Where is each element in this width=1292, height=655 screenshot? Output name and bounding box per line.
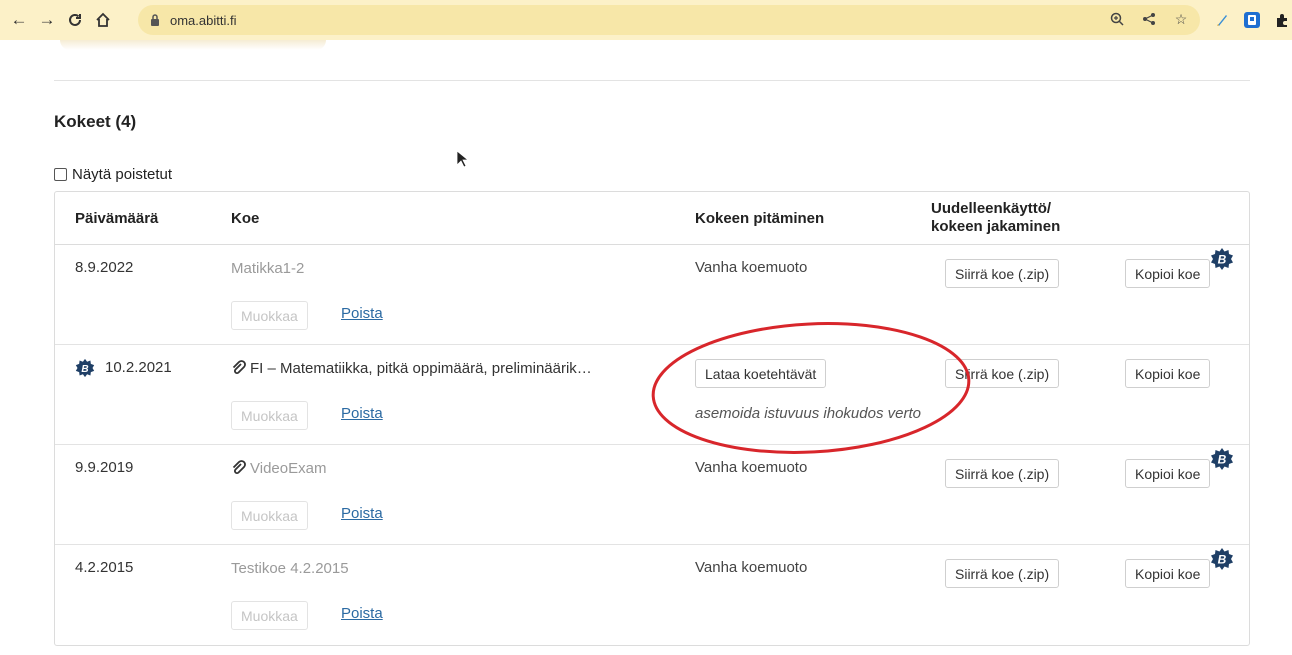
exam-date: 9.9.2019 [75, 459, 134, 476]
download-exam-tasks-button[interactable]: Lataa koetehtävät [695, 359, 827, 388]
reload-icon[interactable] [64, 9, 86, 31]
table-row: 9.9.2019 VideoExam Muokkaa Poista Vanha … [55, 445, 1249, 545]
edit-button[interactable]: Muokkaa [231, 601, 308, 630]
zoom-icon[interactable] [1108, 10, 1126, 28]
delete-link[interactable]: Poista [341, 405, 383, 422]
table-header: Päivämäärä Koe Kokeen pitäminen Uudellee… [55, 192, 1249, 245]
paperclip-icon [232, 360, 246, 374]
lock-icon [148, 13, 162, 27]
forward-arrow-icon[interactable]: → [36, 9, 58, 31]
table-row: 4.2.2015 Testikoe 4.2.2015 Muokkaa Poist… [55, 545, 1249, 645]
exam-date: 10.2.2021 [105, 359, 172, 376]
address-bar[interactable]: oma.abitti.fi ☆ [138, 5, 1200, 35]
header-reuse-line2: kokeen jakaminen [931, 218, 1061, 235]
delete-link[interactable]: Poista [341, 305, 383, 322]
table-row: 8.9.2022 Matikka1-2 Muokkaa Poista Vanha… [55, 245, 1249, 345]
exams-heading: Kokeet (4) [54, 112, 137, 131]
svg-text:B: B [1218, 253, 1227, 267]
exam-title: Testikoe 4.2.2015 [231, 560, 349, 577]
header-reuse-line1: Uudelleenkäyttö/ [931, 200, 1052, 217]
move-exam-zip-button[interactable]: Siirrä koe (.zip) [945, 359, 1060, 388]
b-badge-icon: B [1211, 448, 1233, 470]
url-text: oma.abitti.fi [170, 12, 237, 28]
share-icon[interactable] [1140, 10, 1158, 28]
exam-title: FI – Matematiikka, pitkä oppimäärä, prel… [231, 360, 592, 377]
header-exam: Koe [231, 210, 260, 227]
exams-table: Päivämäärä Koe Kokeen pitäminen Uudellee… [54, 191, 1250, 646]
exam-title: Matikka1-2 [231, 260, 305, 277]
ext-pen-icon[interactable] [1212, 10, 1232, 30]
exam-title: VideoExam [231, 460, 326, 477]
b-badge-icon: B [75, 358, 95, 378]
edit-button[interactable]: Muokkaa [231, 501, 308, 530]
back-arrow-icon[interactable]: ← [8, 9, 30, 31]
exam-title-text: VideoExam [250, 460, 327, 477]
copy-exam-button[interactable]: Kopioi koe [1125, 559, 1211, 588]
edit-button[interactable]: Muokkaa [231, 301, 308, 330]
svg-text:B: B [1218, 453, 1227, 467]
divider [54, 80, 1250, 81]
old-format-label: Vanha koemuoto [695, 459, 808, 476]
delete-link[interactable]: Poista [341, 505, 383, 522]
exam-title-text: FI – Matematiikka, pitkä oppimäärä, prel… [250, 360, 592, 377]
table-row: B 10.2.2021 FI – Matematiikka, pitkä opp… [55, 345, 1249, 445]
old-format-label: Vanha koemuoto [695, 559, 808, 576]
show-deleted-label: Näytä poistetut [72, 166, 173, 183]
previous-section-edge [60, 40, 326, 50]
exam-date: 4.2.2015 [75, 559, 134, 576]
copy-exam-button[interactable]: Kopioi koe [1125, 259, 1211, 288]
paperclip-icon [232, 460, 246, 474]
edit-button[interactable]: Muokkaa [231, 401, 308, 430]
mouse-cursor-icon [456, 150, 468, 168]
show-deleted-toggle[interactable]: Näytä poistetut [54, 166, 172, 183]
header-date: Päivämäärä [75, 210, 159, 227]
b-badge-icon: B [1211, 548, 1233, 570]
home-icon[interactable] [92, 9, 114, 31]
move-exam-zip-button[interactable]: Siirrä koe (.zip) [945, 459, 1060, 488]
move-exam-zip-button[interactable]: Siirrä koe (.zip) [945, 559, 1060, 588]
ext-abitti-icon[interactable] [1242, 10, 1262, 30]
move-exam-zip-button[interactable]: Siirrä koe (.zip) [945, 259, 1060, 288]
puzzle-icon[interactable] [1272, 10, 1292, 30]
svg-text:B: B [81, 364, 88, 375]
show-deleted-checkbox[interactable] [54, 168, 67, 181]
b-badge-icon: B [1211, 248, 1233, 270]
svg-text:B: B [1218, 553, 1227, 567]
star-icon[interactable]: ☆ [1172, 10, 1190, 28]
copy-exam-button[interactable]: Kopioi koe [1125, 359, 1211, 388]
old-format-label: Vanha koemuoto [695, 259, 808, 276]
copy-exam-button[interactable]: Kopioi koe [1125, 459, 1211, 488]
page-content: Kokeet (4) Näytä poistetut Päivämäärä Ko… [0, 40, 1292, 655]
browser-toolbar: ← → oma.abitti.fi ☆ [0, 0, 1292, 40]
header-reuse: Uudelleenkäyttö/ kokeen jakaminen [931, 200, 1060, 236]
exam-date: 8.9.2022 [75, 259, 134, 276]
header-holding: Kokeen pitäminen [695, 210, 825, 227]
exam-passphrase: asemoida istuvuus ihokudos verto [695, 405, 921, 422]
delete-link[interactable]: Poista [341, 605, 383, 622]
